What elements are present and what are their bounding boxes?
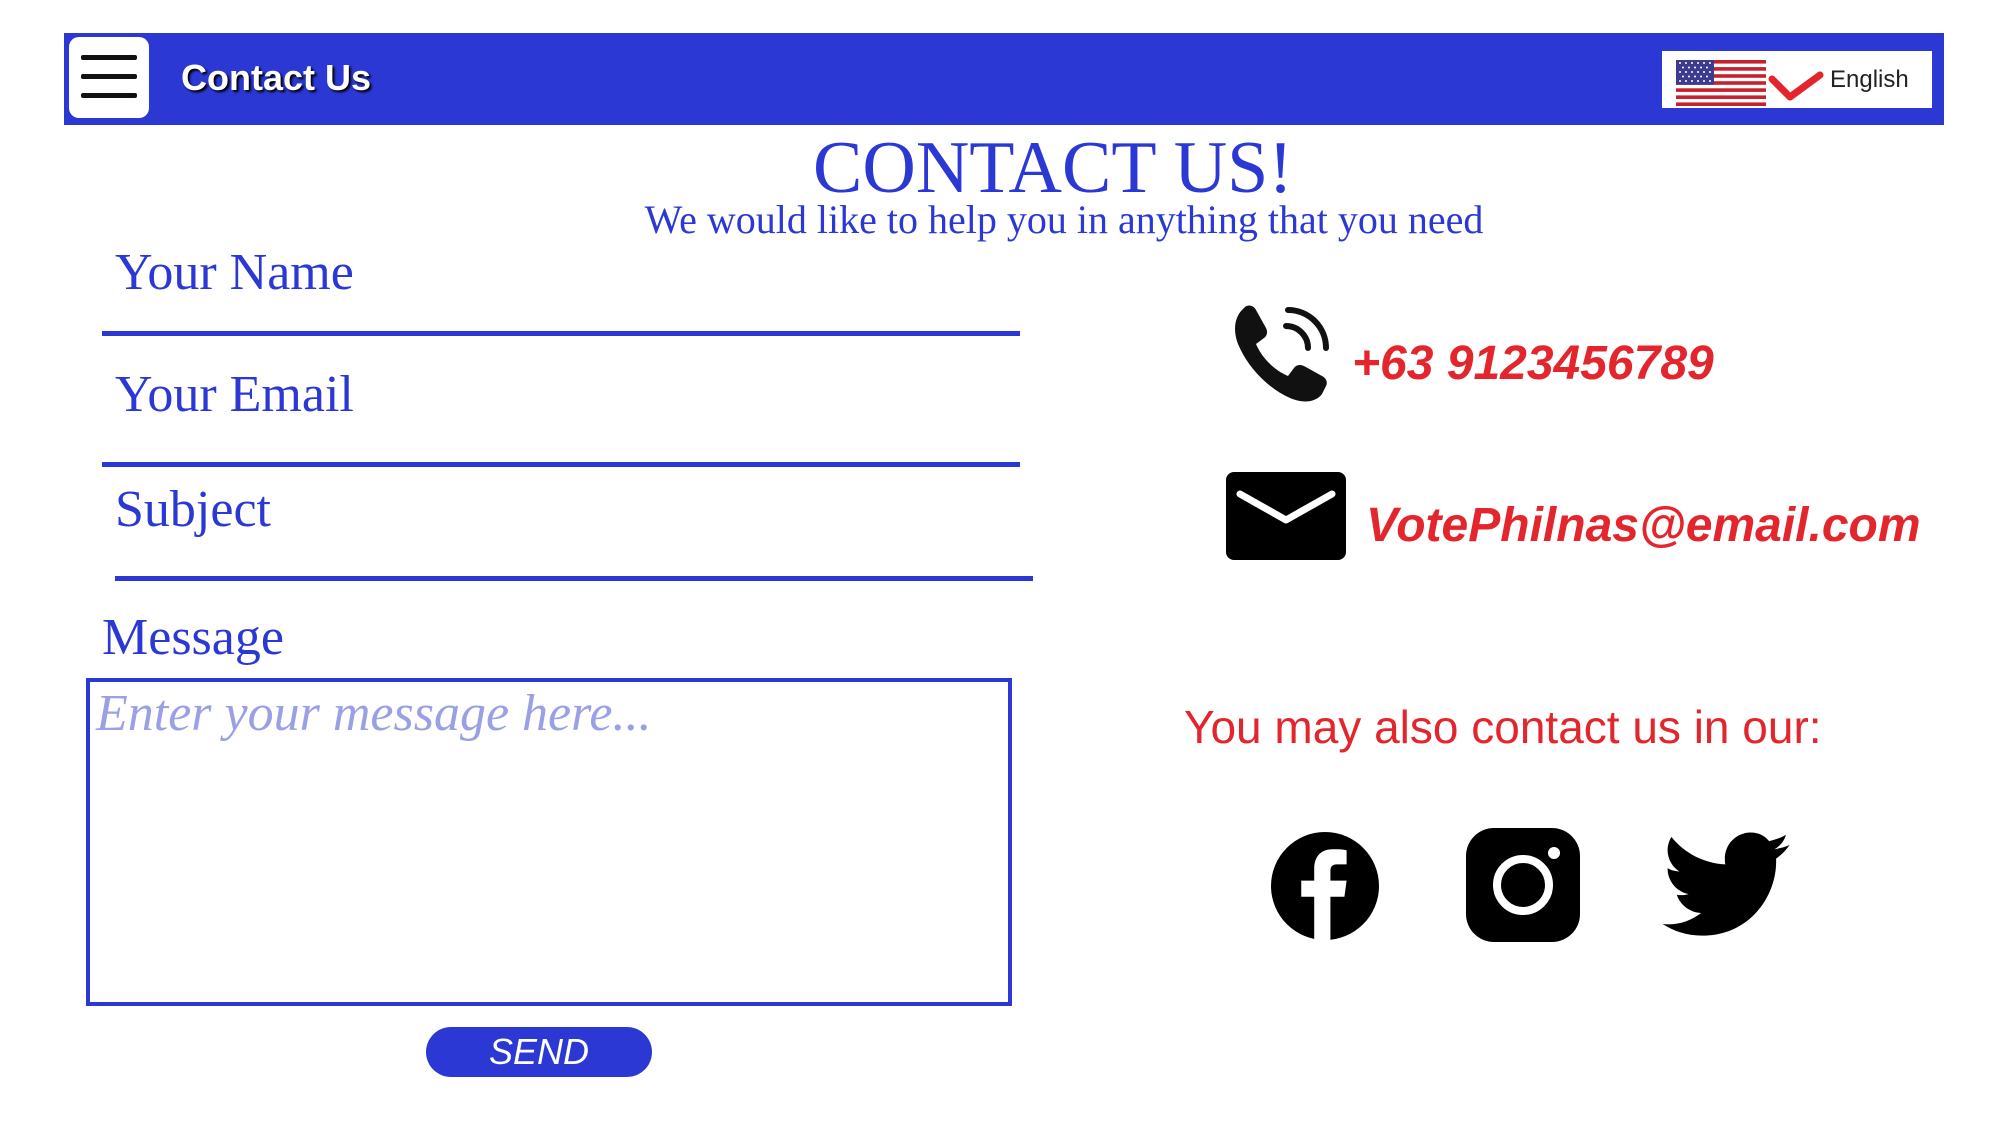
us-flag-icon: [1676, 60, 1766, 106]
message-label: Message: [102, 609, 284, 666]
social-heading: You may also contact us in our:: [1184, 701, 1822, 753]
subject-field-underline[interactable]: [115, 576, 1033, 581]
email-field-label[interactable]: Your Email: [115, 365, 354, 424]
menu-button[interactable]: [69, 37, 149, 118]
header-title: Contact Us: [181, 57, 372, 98]
subject-field-label[interactable]: Subject: [115, 480, 271, 539]
envelope-icon: [1226, 472, 1346, 560]
name-field-label[interactable]: Your Name: [115, 243, 354, 302]
email-address[interactable]: VotePhilnas@email.com: [1366, 498, 1921, 553]
chevron-down-icon: [1768, 71, 1824, 101]
email-field-underline[interactable]: [102, 462, 1020, 467]
phone-icon: [1235, 305, 1329, 402]
twitter-icon[interactable]: [1662, 832, 1792, 940]
phone-number[interactable]: +63 9123456789: [1352, 336, 1714, 391]
instagram-icon[interactable]: [1466, 828, 1580, 942]
message-placeholder[interactable]: Enter your message here...: [96, 684, 652, 743]
page-subtitle: We would like to help you in anything th…: [644, 197, 1484, 242]
send-button[interactable]: SEND: [426, 1027, 652, 1077]
name-field-underline[interactable]: [102, 331, 1020, 336]
facebook-icon[interactable]: [1271, 832, 1379, 940]
language-label[interactable]: English: [1830, 66, 1909, 94]
